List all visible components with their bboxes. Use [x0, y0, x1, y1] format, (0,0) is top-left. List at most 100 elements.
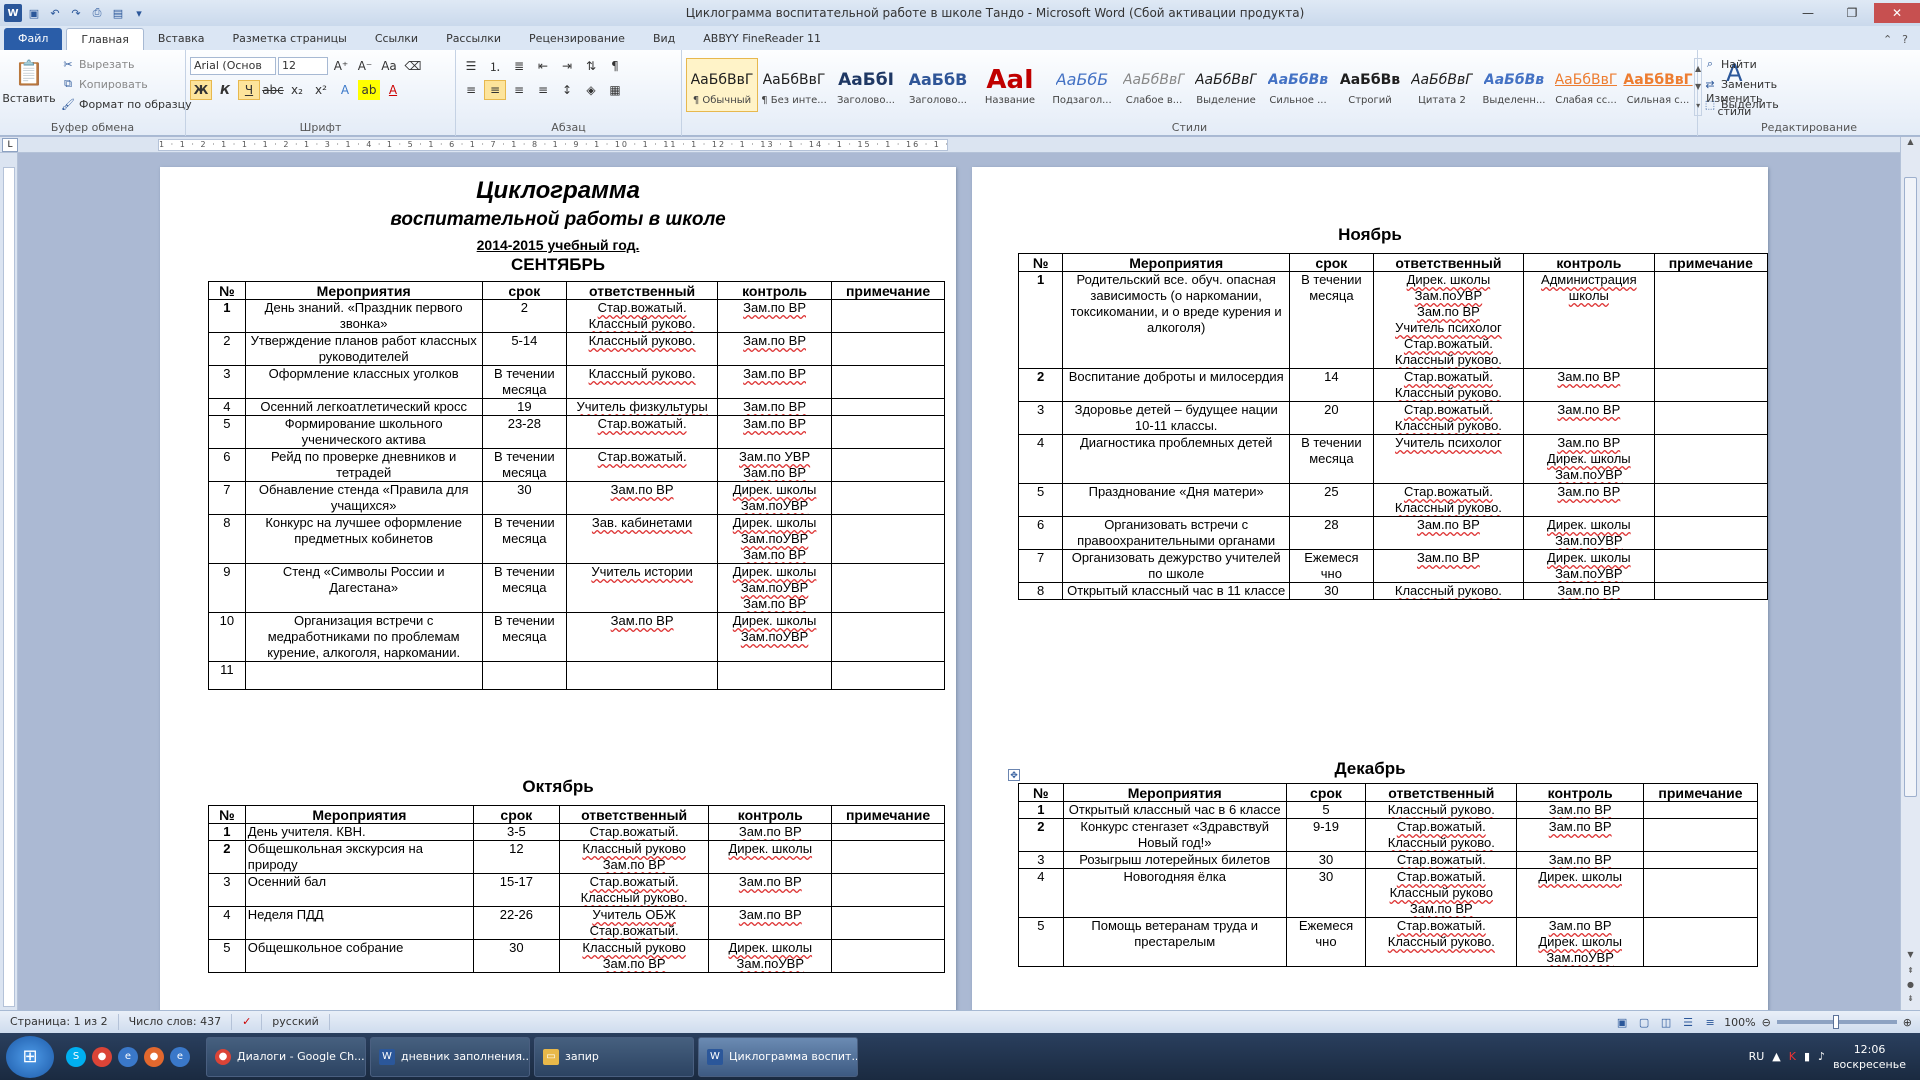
- note[interactable]: [831, 415, 945, 449]
- tab-page-layout[interactable]: Разметка страницы: [219, 28, 361, 50]
- find-button[interactable]: ⌕ Найти: [1702, 54, 1916, 74]
- style-item-4[interactable]: АаI Название: [974, 58, 1046, 112]
- print-icon[interactable]: ⎙: [88, 4, 106, 22]
- minimize-button[interactable]: —: [1786, 3, 1830, 23]
- scroll-thumb[interactable]: [1904, 177, 1917, 797]
- row-number[interactable]: 1: [1018, 801, 1064, 819]
- control[interactable]: [717, 661, 833, 690]
- vertical-scrollbar[interactable]: ▲ ▼ ⇞ ● ⇟: [1900, 137, 1920, 1010]
- row-number[interactable]: 6: [208, 448, 246, 482]
- event-name[interactable]: Открытый классный час в 11 классе: [1062, 582, 1290, 600]
- page-2[interactable]: Ноябрь № Мероприятия срок ответственный конт…: [972, 167, 1769, 1010]
- row-number[interactable]: 6: [1017, 516, 1064, 550]
- prev-page-icon[interactable]: ⇞: [1901, 966, 1920, 980]
- superscript-button[interactable]: x²: [310, 80, 332, 100]
- deadline[interactable]: 20: [1289, 401, 1374, 435]
- word-count[interactable]: Число слов: 437: [119, 1014, 233, 1030]
- underline-button[interactable]: Ч: [238, 80, 260, 100]
- event-name[interactable]: Организовать встречи с правоохранительны…: [1062, 516, 1290, 550]
- event-name[interactable]: [244, 661, 483, 690]
- control[interactable]: Дирек. школы Зам.поУВР Зам.по ВР: [717, 563, 833, 613]
- row-number[interactable]: 4: [1018, 868, 1064, 918]
- deadline[interactable]: 12: [472, 840, 560, 874]
- control[interactable]: Зам.по УВР Зам.по ВР: [717, 448, 833, 482]
- event-name[interactable]: Родительский все. обуч. опасная зависимо…: [1062, 271, 1290, 369]
- note[interactable]: [1653, 516, 1769, 550]
- deadline[interactable]: В течении месяца: [481, 448, 568, 482]
- event-name[interactable]: Воспитание доброты и милосердия: [1062, 368, 1290, 402]
- tab-abbyy[interactable]: ABBYY FineReader 11: [689, 28, 835, 50]
- responsible[interactable]: Учитель истории: [566, 563, 719, 613]
- ie-icon[interactable]: e: [170, 1046, 190, 1067]
- taskbar-item-word-diary[interactable]: Wдневник заполнения...: [370, 1036, 530, 1077]
- style-item-9[interactable]: АаБбВв Строгий: [1334, 58, 1406, 112]
- responsible[interactable]: Классный руково.: [566, 365, 719, 399]
- row-number[interactable]: 1: [1017, 271, 1064, 369]
- responsible[interactable]: Зам.по ВР: [1372, 549, 1525, 583]
- cut-button[interactable]: ✂ Вырезать: [60, 54, 192, 74]
- print-preview-icon[interactable]: ▤: [109, 4, 127, 22]
- control[interactable]: Дирек. школы Зам.поУВР: [717, 612, 833, 662]
- align-left-icon[interactable]: ≡: [460, 80, 482, 100]
- draft-view-icon[interactable]: ≡: [1702, 1014, 1718, 1030]
- style-item-13[interactable]: АаБбВвГ Сильная с...: [1622, 58, 1694, 112]
- row-number[interactable]: 2: [1018, 818, 1064, 852]
- responsible[interactable]: Стар.вожатый.: [1365, 851, 1518, 869]
- tab-review[interactable]: Рецензирование: [515, 28, 639, 50]
- responsible[interactable]: Классный руково.: [1372, 582, 1525, 600]
- responsible[interactable]: Стар.вожатый. Классный руково Зам.по ВР: [1365, 868, 1518, 918]
- zoom-out-icon[interactable]: ⊖: [1762, 1016, 1771, 1029]
- subscript-button[interactable]: x₂: [286, 80, 308, 100]
- note[interactable]: [1642, 818, 1759, 852]
- control[interactable]: Дирек. школы: [1516, 868, 1644, 918]
- event-name[interactable]: Здоровье детей – будущее нации 10-11 кла…: [1062, 401, 1290, 435]
- format-painter-button[interactable]: 🖌 Формат по образцу: [60, 94, 192, 114]
- deadline[interactable]: 14: [1289, 368, 1374, 402]
- row-number[interactable]: 1: [208, 299, 246, 333]
- control[interactable]: Зам.по ВР: [1523, 401, 1655, 435]
- row-number[interactable]: 3: [208, 873, 246, 907]
- spelling-icon[interactable]: ✓: [232, 1014, 263, 1030]
- note[interactable]: [1653, 271, 1769, 369]
- event-name[interactable]: Утверждение планов работ классных руково…: [244, 332, 483, 366]
- control[interactable]: Зам.по ВР: [1516, 801, 1644, 819]
- line-spacing-icon[interactable]: ↕: [556, 80, 578, 100]
- event-name[interactable]: Общешкольное собрание: [244, 939, 474, 973]
- tab-view[interactable]: Вид: [639, 28, 689, 50]
- control[interactable]: Зам.по ВР: [1516, 818, 1644, 852]
- row-number[interactable]: 5: [1017, 483, 1064, 517]
- note[interactable]: [1653, 368, 1769, 402]
- scroll-down-icon[interactable]: ▼: [1901, 950, 1920, 964]
- multilevel-list-icon[interactable]: ≣: [508, 56, 530, 76]
- clear-formatting-icon[interactable]: ⌫: [402, 56, 424, 76]
- responsible[interactable]: Зам.по ВР: [1372, 516, 1525, 550]
- event-name[interactable]: Организовать дежурство учителей по школе: [1062, 549, 1290, 583]
- note[interactable]: [1653, 401, 1769, 435]
- note[interactable]: [1653, 434, 1769, 484]
- responsible[interactable]: Стар.вожатый. Классный руково.: [1372, 401, 1525, 435]
- row-number[interactable]: 11: [208, 661, 246, 690]
- next-page-icon[interactable]: ⇟: [1901, 994, 1920, 1008]
- control[interactable]: Зам.по ВР: [1523, 368, 1655, 402]
- zoom-level[interactable]: 100%: [1724, 1016, 1755, 1029]
- outline-view-icon[interactable]: ☰: [1680, 1014, 1696, 1030]
- row-number[interactable]: 4: [208, 398, 246, 416]
- event-name[interactable]: Организация встречи с медработниками по …: [244, 612, 483, 662]
- responsible[interactable]: Стар.вожатый. Классный руково.: [558, 873, 710, 907]
- word-logo-icon[interactable]: W: [4, 4, 22, 22]
- antivirus-icon[interactable]: K: [1789, 1050, 1796, 1063]
- bullets-icon[interactable]: ☰: [460, 56, 482, 76]
- control[interactable]: Зам.по ВР: [717, 299, 833, 333]
- deadline[interactable]: 30: [1285, 851, 1367, 869]
- bold-button[interactable]: Ж: [190, 80, 212, 100]
- browse-object-icon[interactable]: ●: [1901, 980, 1920, 994]
- row-number[interactable]: 7: [208, 481, 246, 515]
- note[interactable]: [831, 823, 945, 841]
- event-name[interactable]: Конкурс стенгазет «Здравствуй Новый год!…: [1062, 818, 1287, 852]
- note[interactable]: [1653, 483, 1769, 517]
- row-number[interactable]: 9: [208, 563, 246, 613]
- event-name[interactable]: Розыгрыш лотерейных билетов: [1062, 851, 1287, 869]
- grow-font-icon[interactable]: A⁺: [330, 56, 352, 76]
- control[interactable]: Дирек. школы Зам.поУВР: [708, 939, 833, 973]
- network-icon[interactable]: ▮: [1804, 1050, 1810, 1063]
